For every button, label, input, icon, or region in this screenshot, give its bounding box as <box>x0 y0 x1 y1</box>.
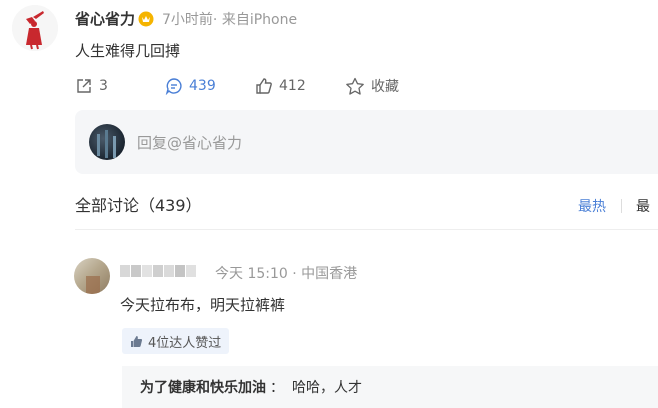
sort-tabs: 最热 最 <box>578 196 650 216</box>
vip-icon <box>138 11 154 27</box>
avatar-figure-icon <box>12 5 58 51</box>
reply-placeholder: 回复@省心省力 <box>137 133 243 152</box>
like-button[interactable]: 412 <box>255 77 345 95</box>
post-header: 省心省力 7小时前· 来自iPhone <box>75 8 297 29</box>
comment-button[interactable]: 439 <box>165 77 255 95</box>
sort-newest-tab[interactable]: 最 <box>636 196 650 216</box>
likes-badge[interactable]: 4位达人赞过 <box>122 328 230 354</box>
comment-count: 439 <box>189 78 216 94</box>
comment-text: 今天拉布布，明天拉裤裤 <box>120 296 286 314</box>
like-count: 412 <box>279 78 306 94</box>
sub-reply[interactable]: 为了健康和快乐加油 ： 哈哈，人才 <box>122 366 658 408</box>
comment-avatar[interactable] <box>74 258 110 294</box>
share-count: 3 <box>99 78 108 94</box>
comment-meta: 今天 15:10 · 中国香港 <box>215 266 358 282</box>
discussion-title: 全部讨论（439） <box>75 196 202 215</box>
post-actions: 3 439 412 收藏 <box>75 75 399 97</box>
share-button[interactable]: 3 <box>75 77 165 95</box>
sub-reply-colon: ： <box>270 380 284 396</box>
sub-reply-username[interactable]: 为了健康和快乐加油 <box>140 377 266 397</box>
section-divider <box>75 229 658 230</box>
comment-icon <box>165 78 182 95</box>
sort-hot-tab[interactable]: 最热 <box>578 196 606 216</box>
likes-badge-label: 4位达人赞过 <box>148 335 222 351</box>
share-icon <box>77 79 91 93</box>
comment-username-blurred[interactable] <box>120 262 206 278</box>
post-username[interactable]: 省心省力 <box>75 8 135 29</box>
star-icon <box>346 77 364 95</box>
post-meta: 7小时前· 来自iPhone <box>162 11 298 28</box>
post-text: 人生难得几回搏 <box>75 42 181 60</box>
favorite-label: 收藏 <box>371 79 399 95</box>
reply-input[interactable]: 回复@省心省力 <box>75 110 658 174</box>
thumb-up-icon <box>131 335 143 347</box>
sort-divider <box>621 199 622 213</box>
like-icon <box>256 78 272 94</box>
favorite-button[interactable]: 收藏 <box>345 76 399 96</box>
current-user-avatar <box>89 124 125 160</box>
sub-reply-text: 哈哈，人才 <box>292 380 362 396</box>
post-author-avatar[interactable] <box>12 5 58 51</box>
